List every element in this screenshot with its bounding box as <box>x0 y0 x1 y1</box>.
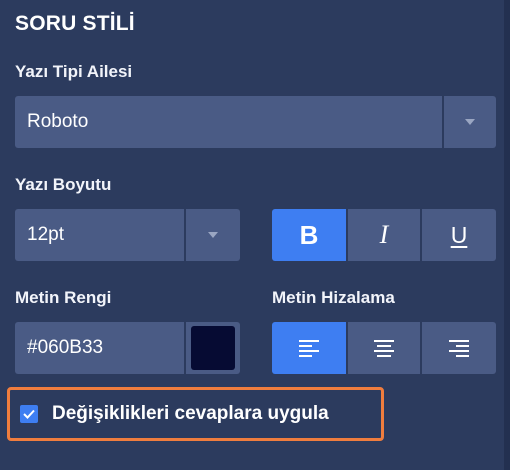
bold-icon: B <box>299 219 319 250</box>
question-style-panel: SORU STİLİ Yazı Tipi Ailesi Roboto Yazı … <box>0 0 504 470</box>
align-right-icon <box>449 340 469 357</box>
text-style-buttons: B I U <box>272 209 496 261</box>
text-align-buttons <box>272 322 496 374</box>
font-family-label: Yazı Tipi Ailesi <box>15 62 133 81</box>
font-size-select[interactable]: 12pt <box>15 209 240 261</box>
color-swatch[interactable] <box>191 326 235 370</box>
underline-button[interactable]: U <box>422 209 496 261</box>
section-title: SORU STİLİ <box>15 12 135 35</box>
italic-icon: I <box>379 220 389 249</box>
chevron-down-icon[interactable] <box>442 96 496 148</box>
font-family-select[interactable]: Roboto <box>15 96 496 148</box>
align-center-button[interactable] <box>348 322 420 374</box>
font-size-label: Yazı Boyutu <box>15 175 112 194</box>
text-align-label: Metin Hizalama <box>272 288 395 307</box>
underline-icon: U <box>450 221 468 248</box>
align-left-button[interactable] <box>272 322 346 374</box>
panel-scroll-edge <box>504 0 510 470</box>
apply-to-answers-checkbox[interactable] <box>20 405 38 423</box>
align-center-icon <box>374 340 394 357</box>
apply-to-answers-label[interactable]: Değişiklikleri cevaplara uygula <box>52 403 329 425</box>
text-color-field[interactable]: #060B33 <box>15 322 240 374</box>
bold-button[interactable]: B <box>272 209 346 261</box>
font-size-value: 12pt <box>27 224 64 245</box>
color-picker[interactable] <box>184 322 240 374</box>
checkmark-icon <box>23 409 35 419</box>
apply-to-answers-option[interactable]: Değişiklikleri cevaplara uygula <box>7 387 384 441</box>
text-color-label: Metin Rengi <box>15 288 112 307</box>
font-family-value: Roboto <box>27 111 89 132</box>
chevron-down-icon[interactable] <box>184 209 240 261</box>
text-color-value[interactable]: #060B33 <box>15 337 184 359</box>
align-left-icon <box>299 340 319 357</box>
align-right-button[interactable] <box>422 322 496 374</box>
italic-button[interactable]: I <box>348 209 420 261</box>
